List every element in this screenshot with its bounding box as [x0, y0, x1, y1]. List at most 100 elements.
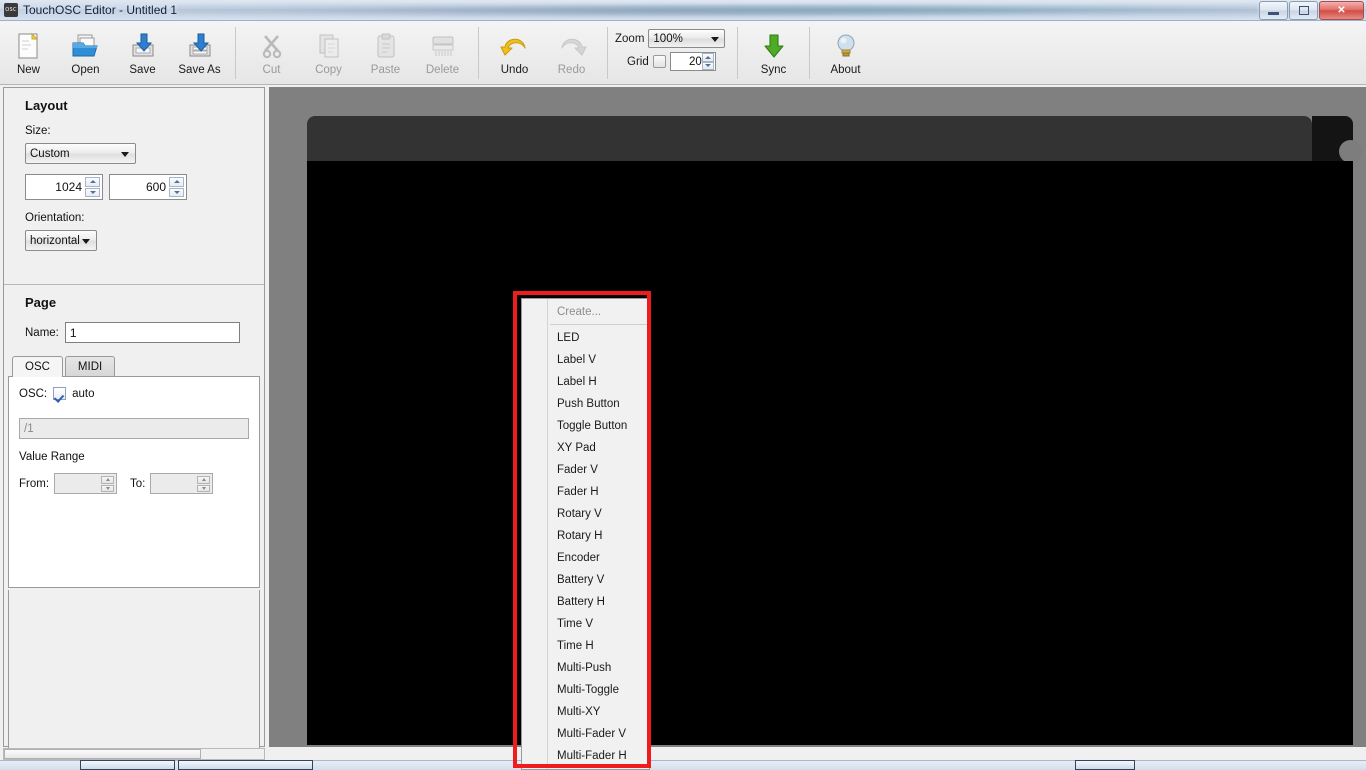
menu-item-push-button[interactable]: Push Button: [522, 393, 649, 415]
osc-auto-checkbox[interactable]: [53, 387, 67, 400]
to-stepper-down[interactable]: [197, 484, 211, 492]
width-stepper-up[interactable]: [85, 177, 100, 187]
page-name-value: 1: [69, 325, 77, 340]
cut-button[interactable]: Cut: [243, 25, 300, 76]
menu-item-multi-toggle[interactable]: Multi-Toggle: [522, 679, 649, 701]
grid-stepper-up[interactable]: [701, 53, 714, 62]
menu-item-encoder[interactable]: Encoder: [522, 547, 649, 569]
grid-row: Grid 20: [615, 52, 725, 71]
menu-item-fader-h[interactable]: Fader H: [522, 481, 649, 503]
width-stepper-down[interactable]: [85, 187, 100, 197]
device-screen[interactable]: [307, 161, 1353, 745]
clipboard-icon: [373, 31, 399, 61]
scrollbar-thumb[interactable]: [4, 749, 201, 759]
menu-header-create: Create...: [557, 306, 602, 318]
grid-checkbox[interactable]: [652, 55, 666, 68]
chevron-down-icon: [711, 37, 719, 42]
undo-button[interactable]: Undo: [486, 25, 543, 76]
menu-item-time-h[interactable]: Time H: [522, 635, 649, 657]
height-stepper-up[interactable]: [169, 177, 184, 187]
osc-app-icon: OSC: [4, 3, 18, 17]
create-context-menu[interactable]: Create... LED Label V Label H Push Butto…: [521, 298, 650, 770]
grid-stepper-arrows[interactable]: [701, 53, 714, 70]
device-home-button: [1339, 140, 1362, 163]
menu-item-toggle-button[interactable]: Toggle Button: [522, 415, 649, 437]
toolbar-separator-2: [478, 27, 479, 79]
zoom-select[interactable]: 100%: [648, 29, 725, 48]
from-stepper-arrows[interactable]: [101, 476, 115, 492]
about-button[interactable]: About: [817, 25, 874, 76]
arrow-up-icon: [105, 478, 110, 482]
menu-item-led[interactable]: LED: [522, 327, 649, 349]
menu-item-label-v[interactable]: Label V: [522, 349, 649, 371]
redo-button[interactable]: Redo: [543, 25, 600, 76]
arrow-up-icon: [704, 55, 711, 59]
delete-button[interactable]: Delete: [414, 25, 471, 76]
menu-item-multi-xy[interactable]: Multi-XY: [522, 701, 649, 723]
minimize-icon: [1268, 11, 1279, 15]
copy-button[interactable]: Copy: [300, 25, 357, 76]
menu-item-time-v[interactable]: Time V: [522, 613, 649, 635]
menu-item-rotary-h[interactable]: Rotary H: [522, 525, 649, 547]
page-name-input[interactable]: 1: [64, 322, 240, 343]
menu-item-label-h[interactable]: Label H: [522, 371, 649, 393]
toolbar-separator-1: [235, 27, 236, 79]
layout-canvas[interactable]: [269, 87, 1366, 747]
main-toolbar: New Open Save Save As Cut Copy Paste Del…: [0, 21, 1366, 85]
layout-height-stepper[interactable]: 600: [109, 174, 187, 200]
menu-item-battery-h[interactable]: Battery H: [522, 591, 649, 613]
layout-section: Layout Size: Custom 1024 600 Orientation…: [4, 88, 264, 284]
lightbulb-icon: [833, 31, 859, 61]
menu-item-battery-v[interactable]: Battery V: [522, 569, 649, 591]
value-range-row: From: To:: [9, 463, 259, 494]
menu-item-fader-v[interactable]: Fader V: [522, 459, 649, 481]
menu-item-multi-fader-h[interactable]: Multi-Fader H: [522, 745, 649, 767]
taskbar-item-2[interactable]: [178, 760, 313, 770]
sync-button[interactable]: Sync: [745, 25, 802, 76]
panel-empty-area: [8, 590, 260, 766]
orientation-select[interactable]: horizontal: [25, 230, 97, 251]
tab-osc[interactable]: OSC: [12, 356, 63, 377]
tab-midi[interactable]: MIDI: [64, 356, 116, 377]
menu-item-multi-push[interactable]: Multi-Push: [522, 657, 649, 679]
copy-button-label: Copy: [315, 64, 342, 76]
grid-size-stepper[interactable]: 20: [669, 52, 716, 71]
device-status-bar: [307, 116, 1312, 161]
size-preset-select[interactable]: Custom: [25, 143, 136, 164]
zoom-grid-group: Zoom 100% Grid 20: [615, 29, 725, 71]
grid-label: Grid: [627, 55, 649, 68]
new-button[interactable]: New: [0, 25, 57, 76]
paste-button[interactable]: Paste: [357, 25, 414, 76]
toolbar-separator-3: [607, 27, 608, 79]
green-down-arrow-icon: [760, 31, 788, 61]
grid-stepper-down[interactable]: [701, 61, 714, 70]
height-stepper-arrows[interactable]: [169, 177, 184, 197]
save-button[interactable]: Save: [114, 25, 171, 76]
layout-width-stepper[interactable]: 1024: [25, 174, 103, 200]
from-stepper-down[interactable]: [101, 484, 115, 492]
open-button[interactable]: Open: [57, 25, 114, 76]
width-stepper-arrows[interactable]: [85, 177, 100, 197]
close-button[interactable]: ✕: [1319, 0, 1364, 20]
panel-horizontal-scrollbar[interactable]: [3, 748, 265, 760]
maximize-button[interactable]: [1289, 0, 1318, 20]
taskbar-item-4[interactable]: [1075, 760, 1135, 770]
taskbar-item-1[interactable]: [80, 760, 175, 770]
page-name-label: Name:: [25, 326, 59, 339]
page-section: Page Name: 1 OSC MIDI OSC: auto /1 Value…: [4, 285, 264, 766]
toolbar-separator-5: [809, 27, 810, 79]
menu-item-multi-fader-v[interactable]: Multi-Fader V: [522, 723, 649, 745]
redo-button-label: Redo: [557, 64, 586, 76]
menu-item-xy-pad[interactable]: XY Pad: [522, 437, 649, 459]
to-stepper-arrows[interactable]: [197, 476, 211, 492]
shredder-icon: [429, 31, 457, 61]
menu-item-rotary-v[interactable]: Rotary V: [522, 503, 649, 525]
height-stepper-down[interactable]: [169, 187, 184, 197]
from-stepper-up[interactable]: [101, 476, 115, 484]
range-to-stepper[interactable]: [150, 473, 214, 494]
range-from-stepper[interactable]: [54, 473, 118, 494]
to-stepper-up[interactable]: [197, 476, 211, 484]
osc-address-input[interactable]: /1: [19, 418, 249, 439]
save-as-button[interactable]: Save As: [171, 25, 228, 76]
minimize-button[interactable]: [1259, 0, 1288, 20]
